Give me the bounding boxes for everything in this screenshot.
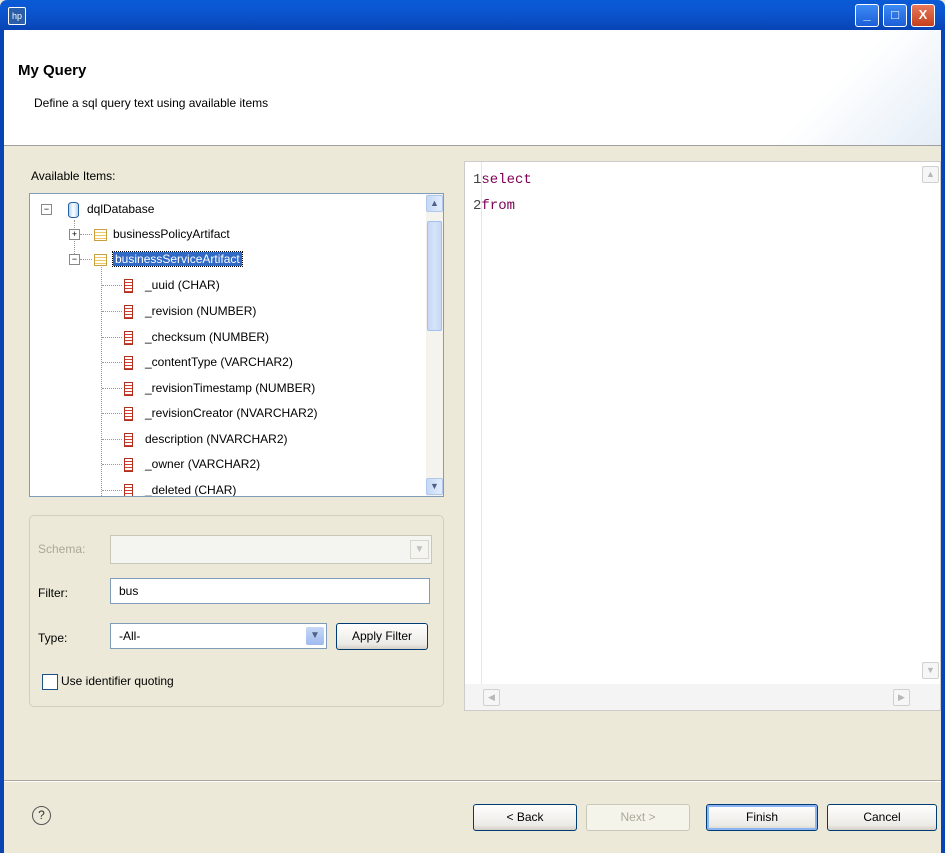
expand-icon[interactable]: + [69, 229, 80, 240]
filter-group: Schema: ▼ Filter: bus Type: -All- ▼ Appl… [29, 515, 444, 707]
collapse-icon[interactable]: − [41, 204, 52, 215]
tree-node-label: _contentType (VARCHAR2) [145, 355, 293, 369]
chevron-down-icon[interactable]: ▼ [306, 627, 324, 645]
next-button[interactable]: Next > [586, 804, 690, 831]
line-number-ruler [481, 162, 482, 710]
tree-node-label: _owner (VARCHAR2) [145, 457, 261, 471]
tree-node-column[interactable]: _revisionCreator (NVARCHAR2) [124, 402, 318, 424]
identifier-quoting-label: Use identifier quoting [61, 674, 174, 688]
scroll-down-arrow-icon[interactable]: ▼ [426, 478, 443, 495]
scroll-up-arrow-icon[interactable]: ▲ [426, 195, 443, 212]
table-icon [94, 228, 107, 241]
scroll-up-arrow-icon[interactable]: ▲ [922, 166, 939, 183]
scroll-right-arrow-icon[interactable]: ▶ [893, 689, 910, 706]
tree-node-label: businessServiceArtifact [112, 251, 243, 267]
help-icon[interactable]: ? [32, 806, 51, 825]
tree-node-database[interactable]: dqlDatabase [68, 198, 154, 220]
tree-node-column[interactable]: _checksum (NUMBER) [124, 326, 269, 348]
tree-node-column[interactable]: _deleted (CHAR) [124, 479, 237, 497]
tree-guide-line [102, 439, 122, 440]
filter-input[interactable]: bus [110, 578, 430, 604]
scroll-down-arrow-icon[interactable]: ▼ [922, 662, 939, 679]
tree-node-label: _revisionCreator (NVARCHAR2) [145, 406, 318, 420]
code-text: select [481, 172, 532, 188]
tree-node-label: _uuid (CHAR) [145, 278, 220, 292]
tree-guide-line [102, 337, 122, 338]
schema-label: Schema: [38, 542, 86, 556]
wizard-header: My Query Define a sql query text using a… [4, 30, 941, 146]
tree-guide-line [102, 388, 122, 389]
maximize-button[interactable]: □ [883, 4, 907, 27]
header-banner [681, 30, 941, 145]
type-select[interactable]: -All- ▼ [110, 623, 327, 649]
editor-vertical-scrollbar[interactable]: ▲ ▼ [920, 162, 940, 682]
tree-node-column[interactable]: _revisionTimestamp (NUMBER) [124, 377, 315, 399]
scroll-left-arrow-icon[interactable]: ◀ [483, 689, 500, 706]
page-title: My Query [18, 62, 87, 79]
tree-guide-line [102, 362, 122, 363]
sql-editor[interactable]: 1select 2from ▲ ▼ ◀ ▶ [464, 161, 941, 711]
chevron-down-icon: ▼ [410, 540, 429, 559]
code-line: 1select [473, 172, 532, 188]
cancel-button[interactable]: Cancel [827, 804, 937, 831]
tree-node-column[interactable]: _revision (NUMBER) [124, 300, 256, 322]
tree-node-column[interactable]: _uuid (CHAR) [124, 274, 220, 296]
available-items-label: Available Items: [31, 169, 116, 183]
scroll-thumb[interactable] [427, 221, 442, 331]
identifier-quoting-checkbox[interactable] [42, 674, 58, 690]
column-icon [124, 355, 133, 370]
column-icon [124, 304, 133, 319]
close-button[interactable]: X [911, 4, 935, 27]
tree-guide-line [102, 490, 122, 491]
tree-guide-line [102, 285, 122, 286]
tree-guide-line [101, 264, 102, 496]
tree-guide-line [102, 413, 122, 414]
tree-vertical-scrollbar[interactable]: ▲ ▼ [426, 194, 443, 496]
column-icon [124, 457, 133, 472]
back-button[interactable]: < Back [473, 804, 577, 831]
tree-node-label: description (NVARCHAR2) [145, 432, 288, 446]
type-value: -All- [119, 629, 141, 643]
available-items-tree[interactable]: − dqlDatabase + businessPolicyArtifact −… [29, 193, 444, 497]
column-icon [124, 483, 133, 496]
tree-node-label: businessPolicyArtifact [113, 227, 230, 241]
column-icon [124, 381, 133, 396]
page-description: Define a sql query text using available … [34, 96, 269, 110]
finish-button[interactable]: Finish [706, 804, 818, 831]
table-icon [94, 253, 107, 266]
footer-separator [4, 780, 941, 782]
tree-guide-line [102, 311, 122, 312]
column-icon [124, 406, 133, 421]
tree-guide-line [102, 464, 122, 465]
tree-node-column[interactable]: description (NVARCHAR2) [124, 428, 287, 450]
column-icon [124, 432, 133, 447]
column-icon [124, 330, 133, 345]
type-label: Type: [38, 631, 68, 645]
tree-node-label: _revision (NUMBER) [145, 304, 257, 318]
minimize-button[interactable]: _ [855, 4, 879, 27]
title-bar: hp _ □ X [0, 0, 945, 30]
window-frame-left [0, 30, 4, 853]
editor-horizontal-scrollbar[interactable]: ◀ ▶ [465, 684, 940, 710]
collapse-icon[interactable]: − [69, 254, 80, 265]
apply-filter-button[interactable]: Apply Filter [336, 623, 428, 650]
column-icon [124, 278, 133, 293]
tree-node-label: _deleted (CHAR) [145, 483, 237, 497]
tree-node-column[interactable]: _owner (VARCHAR2) [124, 453, 260, 475]
tree-node-table[interactable]: businessPolicyArtifact [94, 223, 230, 245]
code-text: from [481, 198, 516, 214]
window-frame-right [941, 30, 945, 853]
filter-label: Filter: [38, 586, 68, 600]
tree-guide-line [80, 259, 92, 260]
tree-guide-line [80, 234, 92, 235]
tree-node-column[interactable]: _contentType (VARCHAR2) [124, 351, 293, 373]
schema-combo: ▼ [110, 535, 432, 564]
code-line: 2from [473, 198, 515, 214]
hp-logo-icon: hp [8, 7, 26, 25]
tree-node-label: dqlDatabase [87, 202, 155, 216]
database-icon [68, 201, 79, 218]
tree-node-table-selected[interactable]: businessServiceArtifact [94, 248, 243, 270]
tree-node-label: _checksum (NUMBER) [145, 330, 270, 344]
tree-node-label: _revisionTimestamp (NUMBER) [145, 381, 316, 395]
